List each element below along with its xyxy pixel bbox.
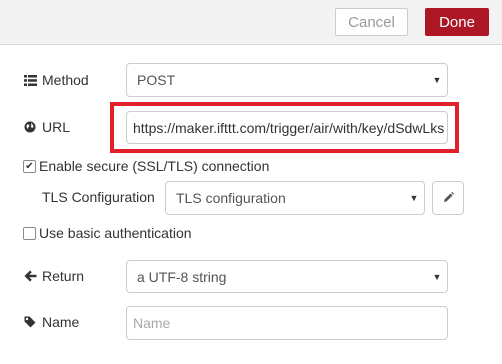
name-label: Name: [42, 314, 80, 330]
method-label-row: Method: [22, 70, 89, 90]
chevron-down-icon: ▼: [432, 271, 442, 282]
done-button[interactable]: Done: [425, 8, 489, 36]
tls-label: TLS Configuration: [42, 187, 155, 207]
dialog-toolbar: Cancel Done: [0, 0, 502, 45]
tls-select[interactable]: TLS configuration ▼: [165, 181, 425, 215]
basic-auth-label-text: Use basic authentication: [39, 225, 192, 241]
chevron-down-icon: ▼: [432, 75, 442, 85]
url-label: URL: [42, 119, 71, 135]
tag-icon: [22, 316, 38, 328]
ssl-label: Enable secure (SSL/TLS) connection: [39, 156, 269, 176]
return-label: Return: [42, 268, 85, 284]
return-value: a UTF-8 string: [137, 268, 227, 285]
name-placeholder: Name: [133, 315, 171, 331]
ssl-checkbox[interactable]: ✔: [23, 160, 36, 173]
tls-value: TLS configuration: [176, 190, 286, 206]
list-icon: [22, 74, 38, 86]
ssl-label-text: Enable secure (SSL/TLS) connection: [39, 158, 270, 174]
method-select[interactable]: POST ▼: [126, 63, 448, 97]
name-label-row: Name: [22, 312, 79, 332]
arrow-left-icon: [22, 270, 38, 282]
basic-auth-label: Use basic authentication: [39, 223, 192, 243]
url-label-row: URL: [22, 117, 70, 137]
cancel-button[interactable]: Cancel: [335, 8, 408, 36]
edit-tls-button[interactable]: [432, 181, 464, 215]
url-highlight-box: [110, 102, 459, 153]
check-icon: ✔: [25, 160, 34, 172]
method-value: POST: [137, 72, 176, 88]
basic-auth-checkbox[interactable]: [23, 227, 36, 240]
return-select[interactable]: a UTF-8 string ▼: [126, 260, 448, 293]
method-label: Method: [42, 72, 89, 88]
pencil-icon: [443, 190, 454, 206]
tls-label-text: TLS Configuration: [42, 189, 155, 205]
chevron-down-icon: ▼: [409, 193, 419, 203]
globe-icon: [22, 121, 38, 133]
return-label-row: Return: [22, 266, 84, 286]
name-input[interactable]: Name: [126, 306, 448, 340]
